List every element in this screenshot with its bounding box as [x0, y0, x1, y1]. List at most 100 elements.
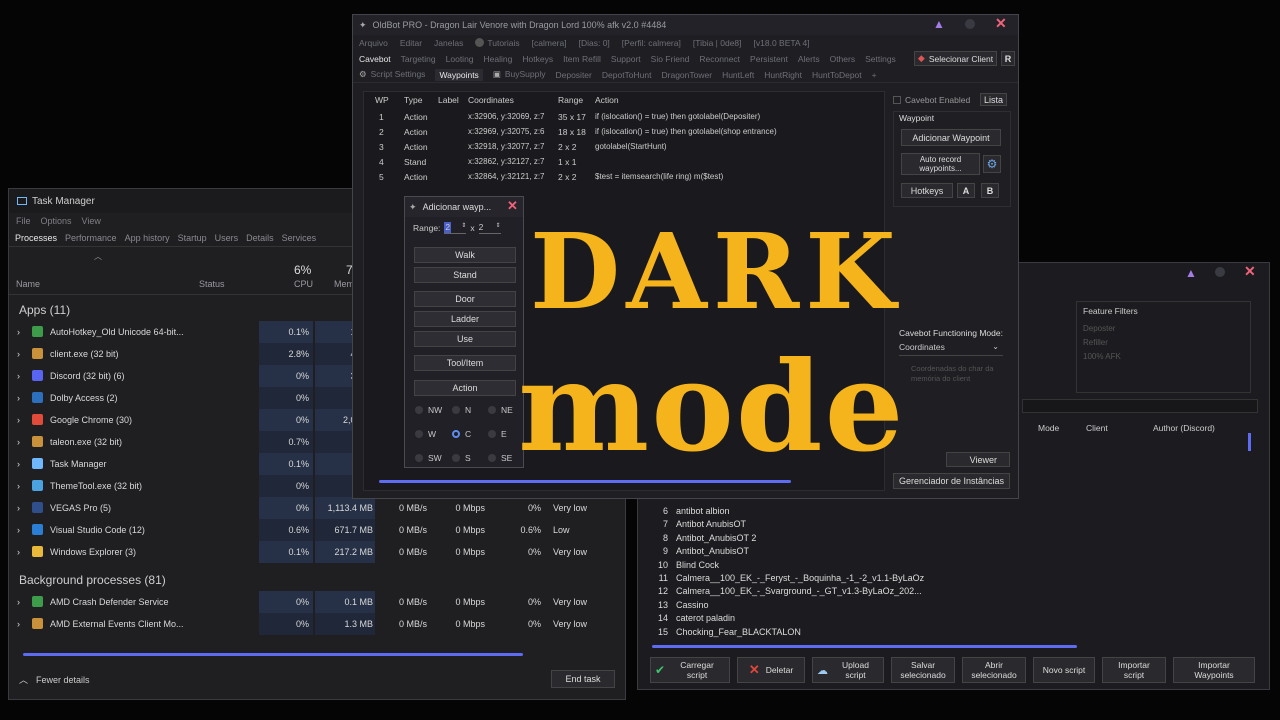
- tool-item-button[interactable]: Tool/Item: [414, 355, 516, 371]
- filter-deposter[interactable]: Deposter: [1083, 324, 1115, 333]
- list-item[interactable]: 14 caterot paladin: [658, 613, 1058, 626]
- subtab-add[interactable]: +: [872, 70, 877, 80]
- door-button[interactable]: Door: [414, 291, 516, 307]
- use-button[interactable]: Use: [414, 331, 516, 347]
- spinner-icon[interactable]: ⇕: [496, 222, 501, 233]
- subtab-hunttodepot[interactable]: HuntToDepot: [812, 70, 862, 80]
- viewer-button[interactable]: Viewer: [946, 452, 1010, 467]
- list-item[interactable]: 10 Blind Cock: [658, 560, 1058, 573]
- dir-c-radio[interactable]: C: [452, 429, 471, 439]
- tab-hotkeys[interactable]: Hotkeys: [522, 54, 553, 64]
- process-row[interactable]: › Windows Explorer (3) 0.1% 217.2 MB 0 MB/s 0…: [9, 541, 625, 563]
- list-item[interactable]: 12 Calmera__100_EK_-_Svarground_-_GT_v1.3…: [658, 586, 1058, 599]
- tab-sio-friend[interactable]: Sio Friend: [651, 54, 690, 64]
- subtab-huntright[interactable]: HuntRight: [764, 70, 802, 80]
- dir-n-radio[interactable]: N: [452, 405, 471, 415]
- expand-chevron-icon[interactable]: ›: [17, 371, 20, 381]
- load-script-button[interactable]: ✔ Carregar script: [650, 657, 730, 683]
- th-action[interactable]: Action: [595, 95, 619, 105]
- th-label[interactable]: Label: [438, 95, 459, 105]
- import-script-button[interactable]: Importar script: [1102, 657, 1166, 683]
- r-button[interactable]: R: [1001, 51, 1015, 66]
- expand-chevron-icon[interactable]: ›: [17, 349, 20, 359]
- auto-record-button[interactable]: Auto record waypoints...: [901, 153, 980, 175]
- lista-button[interactable]: Lista: [980, 93, 1007, 106]
- list-item[interactable]: 11 Calmera__100_EK_-_Feryst_-_Boquinha_-1…: [658, 573, 1058, 586]
- minimize-icon[interactable]: [965, 19, 975, 29]
- expand-chevron-icon[interactable]: ›: [17, 525, 20, 535]
- filter-search-input[interactable]: [1022, 399, 1258, 413]
- process-row[interactable]: › AMD Crash Defender Service 0% 0.1 MB 0 MB/…: [9, 591, 625, 613]
- tab-services[interactable]: Services: [282, 233, 317, 243]
- new-script-button[interactable]: Novo script: [1033, 657, 1095, 683]
- col-status[interactable]: Status: [199, 279, 225, 289]
- fewer-details-link[interactable]: ︿ Fewer details: [19, 673, 90, 686]
- col-client[interactable]: Client: [1086, 423, 1108, 433]
- close-icon[interactable]: ✕: [995, 15, 1007, 32]
- oldbot-titlebar[interactable]: ✦ OldBot PRO - Dragon Lair Venore with D…: [353, 15, 1018, 35]
- dir-e-radio[interactable]: E: [488, 429, 507, 439]
- expand-chevron-icon[interactable]: ›: [17, 547, 20, 557]
- subtab-waypoints[interactable]: Waypoints: [435, 68, 483, 81]
- sort-chevron-icon[interactable]: ︿: [94, 251, 102, 262]
- th-wp[interactable]: WP: [375, 95, 389, 105]
- triangle-icon[interactable]: ▲: [933, 17, 945, 31]
- tab-alerts[interactable]: Alerts: [798, 54, 820, 64]
- ladder-button[interactable]: Ladder: [414, 311, 516, 327]
- subtab-depositer[interactable]: Depositer: [555, 70, 591, 80]
- vertical-scrollbar[interactable]: [1248, 433, 1251, 451]
- process-row[interactable]: › Visual Studio Code (12) 0.6% 671.7 MB 0 MB…: [9, 519, 625, 541]
- tab-users[interactable]: Users: [215, 233, 239, 243]
- b-button[interactable]: B: [981, 183, 999, 198]
- subtab-dragontower[interactable]: DragonTower: [662, 70, 713, 80]
- table-row[interactable]: 3 Action x:32918, y:32077, z:7 2 x 2 gotolab…: [365, 140, 883, 155]
- close-icon[interactable]: ✕: [1244, 263, 1256, 280]
- tab-performance[interactable]: Performance: [65, 233, 117, 243]
- col-memory[interactable]: Mem: [334, 279, 354, 289]
- tab-targeting[interactable]: Targeting: [401, 54, 436, 64]
- table-scrollbar[interactable]: [379, 480, 791, 483]
- tab-item-refill[interactable]: Item Refill: [563, 54, 601, 64]
- tab-others[interactable]: Others: [830, 54, 856, 64]
- expand-chevron-icon[interactable]: ›: [17, 437, 20, 447]
- list-item[interactable]: 13 Cassino: [658, 600, 1058, 613]
- tm-menu-options[interactable]: Options: [41, 216, 72, 226]
- th-type[interactable]: Type: [404, 95, 422, 105]
- expand-chevron-icon[interactable]: ›: [17, 327, 20, 337]
- tab-startup[interactable]: Startup: [178, 233, 207, 243]
- table-row[interactable]: 5 Action x:32864, y:32121, z:7 2 x 2 $test =…: [365, 170, 883, 185]
- spinner-icon[interactable]: ⇕: [461, 222, 466, 233]
- end-task-button[interactable]: End task: [551, 670, 615, 688]
- dir-w-radio[interactable]: W: [415, 429, 436, 439]
- upload-script-button[interactable]: ☁ Upload script: [812, 657, 884, 683]
- a-button[interactable]: A: [957, 183, 975, 198]
- list-item[interactable]: 7 Antibot AnubisOT: [658, 519, 1058, 532]
- expand-chevron-icon[interactable]: ›: [17, 415, 20, 425]
- dir-nw-radio[interactable]: NW: [415, 405, 442, 415]
- list-item[interactable]: 8 Antibot_AnubisOT 2: [658, 533, 1058, 546]
- settings-gear-button[interactable]: ⚙: [983, 155, 1001, 173]
- col-cpu[interactable]: CPU: [294, 279, 313, 289]
- dialog-titlebar[interactable]: ✦ Adicionar wayp... ✕: [405, 197, 523, 217]
- expand-chevron-icon[interactable]: ›: [17, 619, 20, 629]
- tab-persistent[interactable]: Persistent: [750, 54, 788, 64]
- expand-chevron-icon[interactable]: ›: [17, 459, 20, 469]
- subtab-huntleft[interactable]: HuntLeft: [722, 70, 754, 80]
- table-row[interactable]: 4 Stand x:32862, y:32127, z:7 1 x 1: [365, 155, 883, 170]
- import-waypoints-button[interactable]: Importar Waypoints: [1173, 657, 1255, 683]
- table-row[interactable]: 1 Action x:32906, y:32069, z:7 35 x 17 if (i…: [365, 110, 883, 125]
- tab-settings[interactable]: Settings: [865, 54, 896, 64]
- filter-afk[interactable]: 100% AFK: [1083, 352, 1121, 361]
- instance-manager-button[interactable]: Gerenciador de Instâncias: [893, 473, 1010, 489]
- list-item[interactable]: 9 Antibot_AnubisOT: [658, 546, 1058, 559]
- th-range[interactable]: Range: [558, 95, 583, 105]
- open-selected-button[interactable]: Abrir selecionado: [962, 657, 1026, 683]
- close-icon[interactable]: ✕: [507, 198, 518, 214]
- col-name[interactable]: Name: [16, 279, 40, 289]
- minimize-icon[interactable]: [1215, 267, 1225, 277]
- range-x-input[interactable]: 2 ⇕: [444, 222, 467, 234]
- delete-button[interactable]: ✕ Deletar: [737, 657, 805, 683]
- menu-arquivo[interactable]: Arquivo: [359, 38, 388, 48]
- subtab-script-settings[interactable]: ⚙ Script Settings: [359, 69, 425, 80]
- process-row[interactable]: › VEGAS Pro (5) 0% 1,113.4 MB 0 MB/s 0 Mbps 0%…: [9, 497, 625, 519]
